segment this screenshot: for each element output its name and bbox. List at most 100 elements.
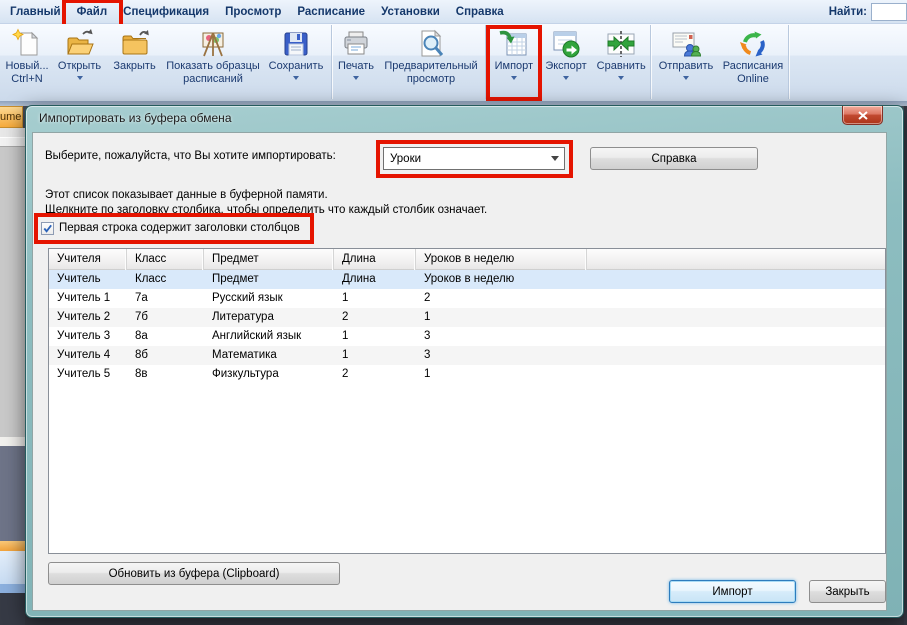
save-button[interactable]: Сохранить: [264, 25, 328, 99]
dialog-import-button[interactable]: Импорт: [669, 580, 796, 603]
export-button[interactable]: Экспорт: [540, 25, 593, 99]
save-button-label: Сохранить: [269, 60, 324, 73]
import-type-prompt: Выберите, пожалуйста, что Вы хотите импо…: [45, 150, 336, 162]
save-floppy-icon: [279, 28, 313, 60]
combo-arrow-zone[interactable]: [546, 149, 563, 168]
cell: Учитель: [49, 270, 127, 289]
column-header-teachers[interactable]: Учителя: [49, 249, 127, 270]
menu-item-specification[interactable]: Спецификация: [115, 0, 217, 24]
background-panel-dark: [0, 446, 25, 541]
find-label: Найти:: [829, 6, 867, 18]
cell: Математика: [204, 346, 334, 365]
cell: Длина: [334, 270, 416, 289]
cell: Литература: [204, 308, 334, 327]
cell: 2: [334, 308, 416, 327]
menu-item-settings[interactable]: Установки: [373, 0, 448, 24]
print-dropdown-arrow-icon[interactable]: [353, 76, 359, 83]
checkbox-checked-icon[interactable]: [41, 222, 54, 235]
menu-item-file-label: Файл: [77, 6, 108, 18]
import-button[interactable]: Импорт: [488, 25, 540, 99]
table-row[interactable]: Учитель 2 7б Литература 2 1: [49, 308, 885, 327]
new-button-shortcut: Ctrl+N: [11, 73, 42, 86]
import-type-select[interactable]: Уроки: [383, 147, 565, 170]
menu-item-view[interactable]: Просмотр: [217, 0, 289, 24]
close-file-button[interactable]: Закрыть: [107, 25, 162, 99]
column-header-class[interactable]: Класс: [127, 249, 204, 270]
cell: 8б: [127, 346, 204, 365]
update-from-clipboard-button[interactable]: Обновить из буфера (Clipboard): [48, 562, 340, 585]
table-row[interactable]: Учитель 1 7а Русский язык 1 2: [49, 289, 885, 308]
table-row[interactable]: Учитель 3 8а Английский язык 1 3: [49, 327, 885, 346]
menu-item-main[interactable]: Главный: [2, 0, 69, 24]
cell: 3: [416, 327, 587, 346]
first-row-headers-checkbox-row[interactable]: Первая строка содержит заголовки столбцо…: [41, 220, 300, 236]
timetables-online-button[interactable]: Расписания Online: [719, 25, 787, 99]
cell: 1: [416, 308, 587, 327]
print-preview-button[interactable]: Предварительный просмотр: [378, 25, 484, 99]
online-sync-icon: [736, 28, 770, 60]
background-strip: [0, 128, 25, 138]
import-dropdown-arrow-icon[interactable]: [511, 76, 517, 83]
help-button[interactable]: Справка: [590, 147, 758, 170]
open-button-label: Открыть: [58, 60, 101, 73]
online-label-line1: Расписания: [723, 60, 783, 73]
show-sample-timetables-button[interactable]: Показать образцы расписаний: [162, 25, 264, 99]
table-header-row: Учителя Класс Предмет Длина Уроков в нед…: [49, 249, 885, 270]
dialog-close-button[interactable]: [842, 106, 883, 125]
cell: 7б: [127, 308, 204, 327]
menu-item-timetable[interactable]: Расписание: [289, 0, 373, 24]
table-row[interactable]: Учитель Класс Предмет Длина Уроков в нед…: [49, 270, 885, 289]
background-document-tab: umen: [0, 106, 23, 128]
column-header-lessons-per-week[interactable]: Уроков в неделю: [416, 249, 587, 270]
menu-item-file[interactable]: Файл: [69, 0, 116, 24]
background-dark-edge: [0, 593, 25, 625]
clipboard-data-table: Учителя Класс Предмет Длина Уроков в нед…: [48, 248, 886, 554]
print-button-label: Печать: [338, 60, 374, 73]
background-grid-header: [0, 138, 25, 147]
cell: Английский язык: [204, 327, 334, 346]
new-button-label: Новый...: [5, 60, 48, 73]
printer-icon: [339, 28, 373, 60]
show-samples-label-line2: расписаний: [183, 73, 243, 86]
print-button[interactable]: Печать: [334, 25, 378, 99]
cell: 8а: [127, 327, 204, 346]
column-header-length[interactable]: Длина: [334, 249, 416, 270]
new-button[interactable]: Новый... Ctrl+N: [2, 25, 52, 99]
menu-item-help[interactable]: Справка: [448, 0, 512, 24]
dialog-title: Импортировать из буфера обмена: [39, 111, 232, 125]
cell: Русский язык: [204, 289, 334, 308]
cell: Класс: [127, 270, 204, 289]
first-row-headers-checkbox-label: Первая строка содержит заголовки столбцо…: [59, 222, 300, 234]
new-document-icon: [10, 28, 44, 60]
column-header-subject[interactable]: Предмет: [204, 249, 334, 270]
menu-bar: Главный Файл Спецификация Просмотр Распи…: [0, 0, 907, 24]
save-dropdown-arrow-icon[interactable]: [293, 76, 299, 83]
background-blue-strip: [0, 584, 25, 593]
compare-button-label: Сравнить: [597, 60, 646, 73]
chevron-down-icon: [551, 156, 559, 165]
cell: Физкультура: [204, 365, 334, 384]
cell: Учитель 1: [49, 289, 127, 308]
online-label-line2: Online: [737, 73, 769, 86]
import-from-clipboard-dialog: Импортировать из буфера обмена Выберите,…: [25, 105, 904, 618]
cell: 1: [334, 346, 416, 365]
open-dropdown-arrow-icon[interactable]: [77, 76, 83, 83]
find-input[interactable]: [871, 3, 907, 21]
cell: 7а: [127, 289, 204, 308]
table-row[interactable]: Учитель 5 8в Физкультура 2 1: [49, 365, 885, 384]
background-panel: [0, 147, 25, 437]
export-dropdown-arrow-icon[interactable]: [563, 76, 569, 83]
import-type-selected-value: Уроки: [390, 153, 421, 165]
table-row[interactable]: Учитель 4 8б Математика 1 3: [49, 346, 885, 365]
compare-dropdown-arrow-icon[interactable]: [618, 76, 624, 83]
background-strip: [0, 437, 25, 446]
send-dropdown-arrow-icon[interactable]: [683, 76, 689, 83]
preview-label-line2: просмотр: [407, 73, 455, 86]
info-line-2: Щелкните по заголовку столбика, чтобы оп…: [45, 204, 487, 216]
import-table-icon: [497, 28, 531, 60]
dialog-close-action-button[interactable]: Закрыть: [809, 580, 886, 603]
compare-button[interactable]: Сравнить: [592, 25, 650, 99]
send-button[interactable]: Отправить: [653, 25, 719, 99]
open-button[interactable]: Открыть: [52, 25, 107, 99]
export-button-label: Экспорт: [545, 60, 586, 73]
